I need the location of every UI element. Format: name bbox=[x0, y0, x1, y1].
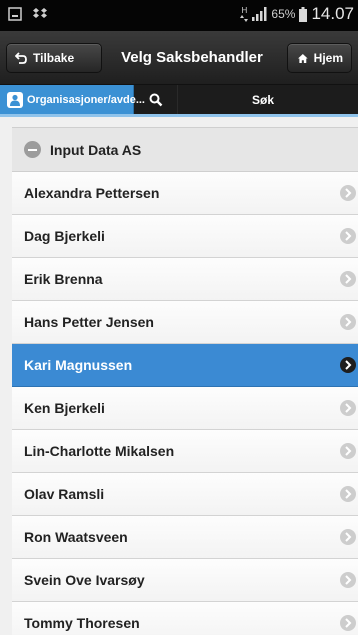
network-indicator: H bbox=[240, 5, 249, 22]
list-item-label: Lin-Charlotte Mikalsen bbox=[24, 443, 175, 459]
chevron-right-icon bbox=[340, 615, 356, 631]
status-indicators: H 65% 14.07 bbox=[240, 4, 354, 24]
dropbox-icon bbox=[33, 8, 47, 18]
list-item[interactable]: Dag Bjerkeli bbox=[12, 215, 358, 258]
chevron-right-icon bbox=[340, 443, 356, 459]
chevron-right-icon bbox=[340, 314, 356, 330]
list-item-label: Erik Brenna bbox=[24, 271, 103, 287]
battery-icon bbox=[299, 6, 308, 22]
status-bar: H 65% 14.07 bbox=[0, 0, 358, 31]
home-button[interactable]: Hjem bbox=[287, 43, 352, 73]
tab-organizations-label: Organisasjoner/avde... bbox=[27, 93, 145, 106]
home-button-label: Hjem bbox=[313, 51, 343, 65]
data-arrows-icon bbox=[240, 14, 249, 22]
list-item-label: Dag Bjerkeli bbox=[24, 228, 105, 244]
chevron-right-icon bbox=[340, 529, 356, 545]
list-group-divider[interactable]: Input Data AS bbox=[12, 128, 358, 172]
back-button[interactable]: Tilbake bbox=[6, 43, 102, 73]
list-item[interactable]: Tommy Thoresen bbox=[12, 602, 358, 635]
back-arrow-icon bbox=[15, 52, 27, 64]
image-notification-icon bbox=[8, 7, 22, 21]
list-item-label: Olav Ramsli bbox=[24, 486, 105, 502]
list-item[interactable]: Hans Petter Jensen bbox=[12, 301, 358, 344]
list-item-label: Ken Bjerkeli bbox=[24, 400, 105, 416]
list-item[interactable]: Olav Ramsli bbox=[12, 473, 358, 516]
battery-percent: 65% bbox=[271, 7, 296, 21]
clock: 14.07 bbox=[311, 4, 354, 23]
list-item-selected[interactable]: Kari Magnussen bbox=[12, 344, 358, 387]
chevron-right-icon bbox=[340, 486, 356, 502]
minus-icon bbox=[24, 141, 41, 158]
tab-search[interactable]: Søk bbox=[178, 85, 358, 114]
chevron-right-icon bbox=[340, 357, 356, 373]
back-button-label: Tilbake bbox=[33, 51, 75, 65]
search-icon[interactable] bbox=[134, 85, 178, 114]
list-item-label: Kari Magnussen bbox=[24, 357, 133, 373]
signal-icon bbox=[252, 7, 267, 21]
chevron-right-icon bbox=[340, 572, 356, 588]
caseworker-list: Input Data AS Alexandra Pettersen Dag Bj… bbox=[12, 127, 358, 635]
list-item[interactable]: Ron Waatsveen bbox=[12, 516, 358, 559]
chevron-right-icon bbox=[340, 400, 356, 416]
list-item[interactable]: Erik Brenna bbox=[12, 258, 358, 301]
home-icon bbox=[298, 53, 308, 63]
list-group-label: Input Data AS bbox=[50, 141, 142, 158]
list-item-label: Ron Waatsveen bbox=[24, 529, 128, 545]
list-item-label: Hans Petter Jensen bbox=[24, 314, 154, 330]
chevron-right-icon bbox=[340, 228, 356, 244]
list-item[interactable]: Alexandra Pettersen bbox=[12, 172, 358, 215]
list-item[interactable]: Lin-Charlotte Mikalsen bbox=[12, 430, 358, 473]
list-item[interactable]: Ken Bjerkeli bbox=[12, 387, 358, 430]
chevron-right-icon bbox=[340, 185, 356, 201]
list-item[interactable]: Svein Ove Ivarsøy bbox=[12, 559, 358, 602]
status-notifications bbox=[8, 7, 48, 21]
person-icon bbox=[7, 91, 23, 108]
network-type-label: H bbox=[241, 5, 248, 15]
main-content: Input Data AS Alexandra Pettersen Dag Bj… bbox=[0, 117, 358, 635]
header-bar: Tilbake Velg Saksbehandler Hjem bbox=[0, 31, 358, 85]
list-item-label: Tommy Thoresen bbox=[24, 615, 140, 631]
tab-organizations[interactable]: Organisasjoner/avde... bbox=[0, 85, 145, 114]
page-title: Velg Saksbehandler bbox=[121, 49, 263, 66]
list-item-label: Alexandra Pettersen bbox=[24, 185, 160, 201]
nav-bar: Organisasjoner/avde... Søk bbox=[0, 85, 358, 117]
chevron-right-icon bbox=[340, 271, 356, 287]
list-item-label: Svein Ove Ivarsøy bbox=[24, 572, 145, 588]
